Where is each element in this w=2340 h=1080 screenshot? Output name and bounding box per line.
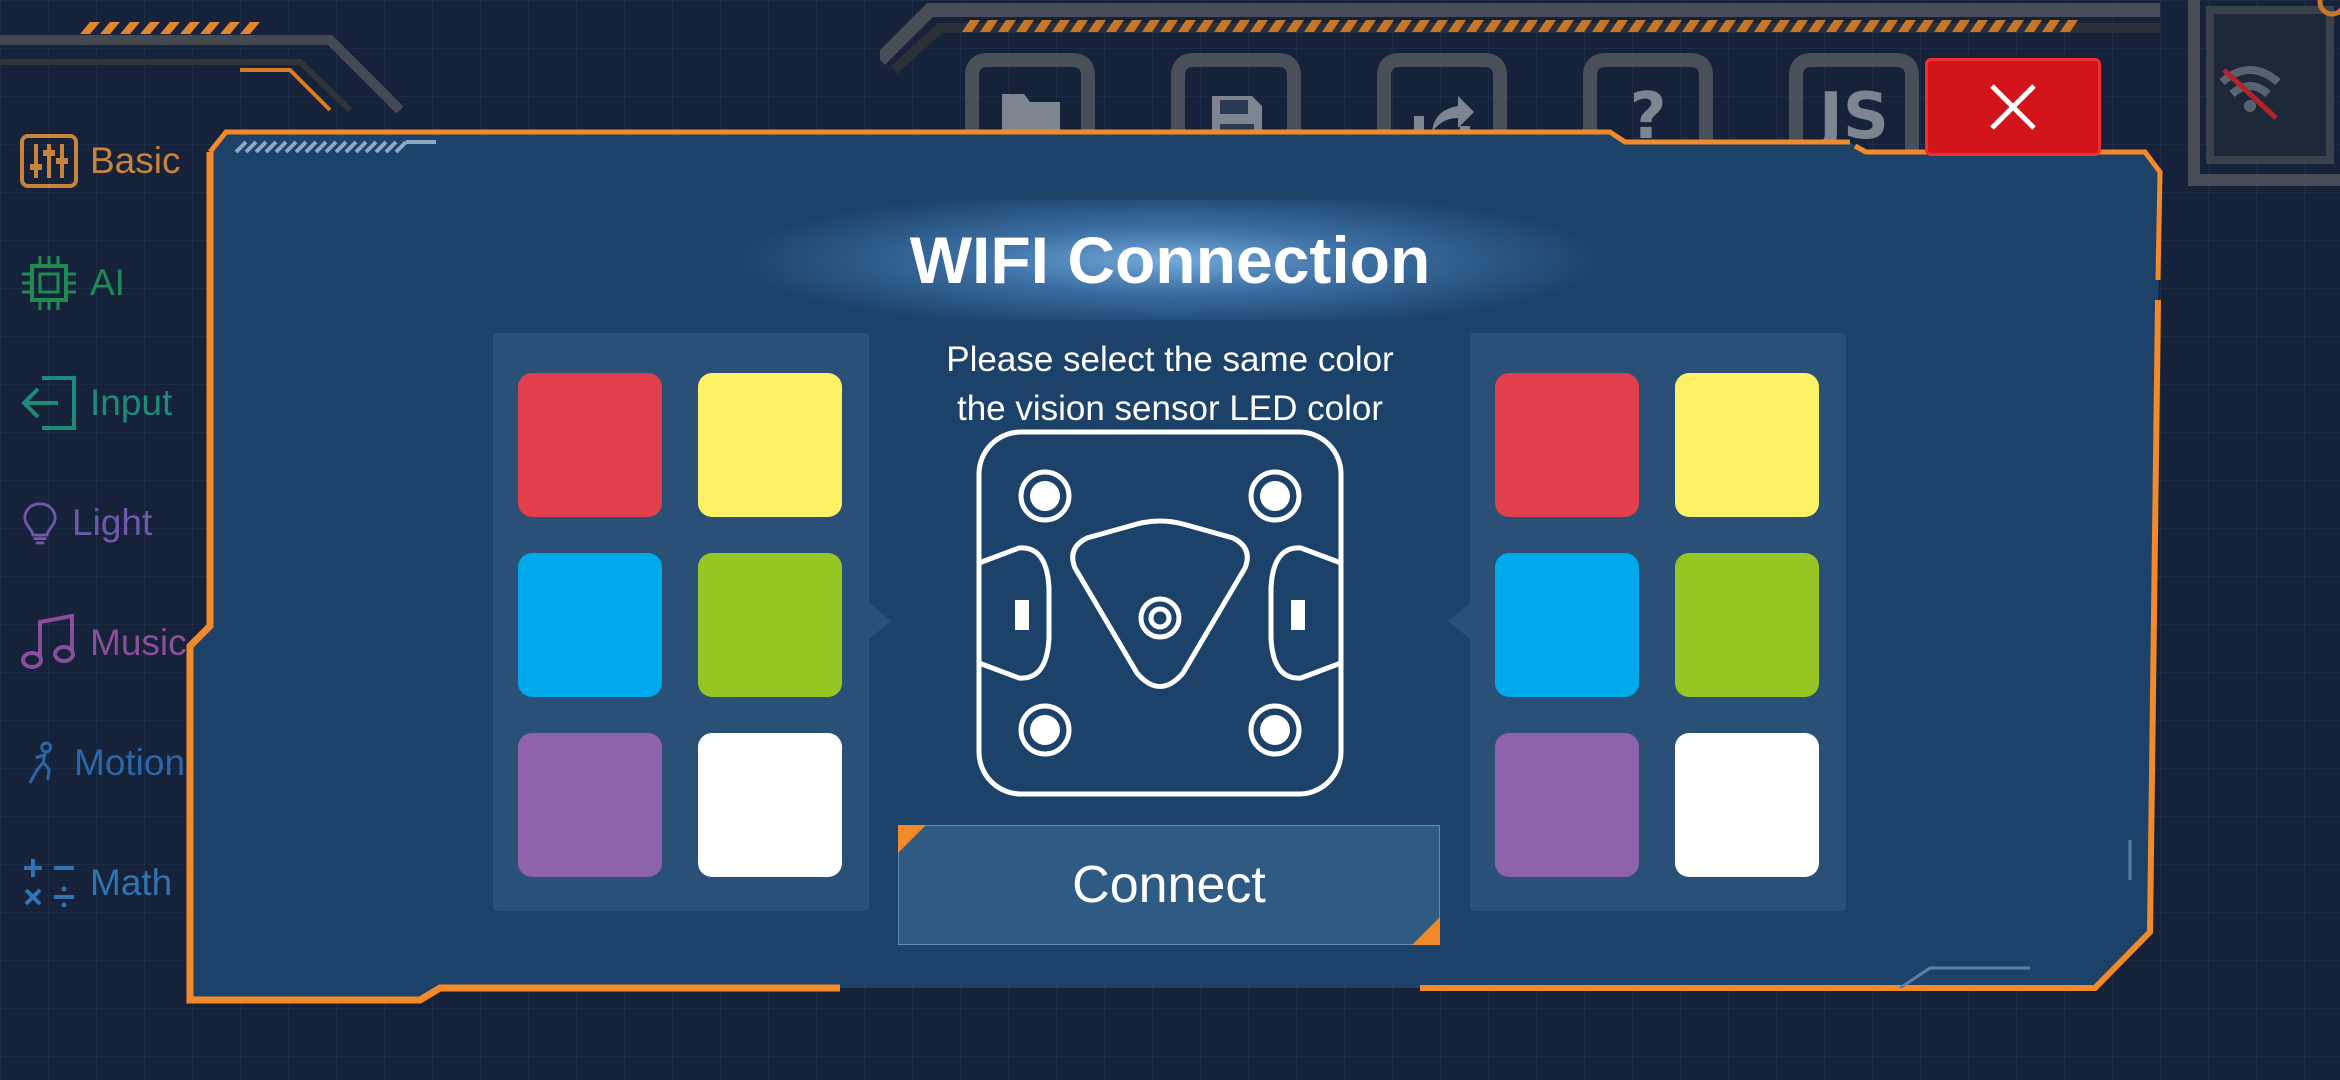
chip-icon bbox=[22, 256, 76, 310]
sidebar-item-label: Light bbox=[72, 502, 153, 543]
math-icon bbox=[24, 859, 74, 908]
right-swatch-yellow[interactable] bbox=[1675, 373, 1819, 517]
button-corner-accent bbox=[898, 825, 926, 853]
right-swatch-blue[interactable] bbox=[1495, 553, 1639, 697]
input-icon bbox=[21, 376, 76, 430]
help-label: ? bbox=[1629, 80, 1667, 154]
sidebar-item-basic[interactable]: Basic bbox=[18, 130, 180, 192]
sidebar-item-music[interactable]: Music bbox=[18, 612, 187, 674]
share-button[interactable] bbox=[1362, 40, 1522, 170]
sidebar-item-light[interactable]: Light bbox=[18, 492, 152, 554]
left-swatch-blue[interactable] bbox=[518, 553, 662, 697]
connect-button[interactable]: Connect bbox=[898, 825, 1440, 945]
connect-label: Connect bbox=[1072, 856, 1266, 914]
bulb-icon bbox=[23, 502, 57, 545]
sidebar-item-label: AI bbox=[90, 262, 125, 303]
category-sidebar: Basic AI Input Light Music Motion Math bbox=[0, 0, 230, 1080]
left-swatch-white[interactable] bbox=[698, 733, 842, 877]
sidebar-item-label: Basic bbox=[90, 140, 181, 181]
music-icon bbox=[21, 613, 75, 669]
sliders-icon bbox=[20, 134, 78, 188]
left-swatch-yellow[interactable] bbox=[698, 373, 842, 517]
right-swatch-white[interactable] bbox=[1675, 733, 1819, 877]
right-swatch-red[interactable] bbox=[1495, 373, 1639, 517]
js-label: JS bbox=[1819, 80, 1889, 154]
motion-icon bbox=[28, 741, 53, 784]
right-color-panel bbox=[1448, 333, 1846, 911]
panel-pointer bbox=[869, 603, 891, 639]
share-icon bbox=[1377, 53, 1507, 170]
left-color-panel bbox=[493, 333, 891, 911]
save-button[interactable] bbox=[1156, 40, 1316, 170]
button-corner-accent bbox=[1412, 917, 1440, 945]
left-swatch-red[interactable] bbox=[518, 373, 662, 517]
sidebar-item-motion[interactable]: Motion bbox=[18, 732, 185, 794]
folder-icon bbox=[965, 53, 1095, 170]
vision-sensor-icon bbox=[976, 429, 1344, 797]
open-file-button[interactable] bbox=[950, 40, 1110, 170]
sidebar-item-ai[interactable]: AI bbox=[18, 252, 125, 314]
sidebar-item-label: Motion bbox=[74, 742, 186, 783]
sidebar-item-label: Music bbox=[90, 622, 187, 663]
wifi-status-panel bbox=[2188, 0, 2340, 186]
sidebar-item-label: Input bbox=[90, 382, 173, 423]
help-button[interactable]: ? bbox=[1568, 40, 1728, 170]
left-swatch-green[interactable] bbox=[698, 553, 842, 697]
instruction-line-2: the vision sensor LED color bbox=[956, 389, 1384, 428]
close-icon bbox=[1990, 84, 2036, 130]
sidebar-item-input[interactable]: Input bbox=[18, 372, 172, 434]
instructions-text: Please select the same color the vision … bbox=[880, 335, 1460, 433]
instruction-line-1: Please select the same color bbox=[946, 340, 1394, 379]
save-icon bbox=[1171, 53, 1301, 170]
sidebar-item-label: Math bbox=[90, 862, 173, 903]
javascript-button[interactable]: JS bbox=[1774, 40, 1934, 170]
sidebar-item-math[interactable]: Math bbox=[18, 852, 172, 914]
panel-pointer bbox=[1448, 603, 1470, 639]
right-swatch-purple[interactable] bbox=[1495, 733, 1639, 877]
modal-title: WIFI Connection bbox=[735, 200, 1605, 320]
close-button[interactable] bbox=[1925, 58, 2101, 156]
right-swatch-green[interactable] bbox=[1675, 553, 1819, 697]
left-swatch-purple[interactable] bbox=[518, 733, 662, 877]
